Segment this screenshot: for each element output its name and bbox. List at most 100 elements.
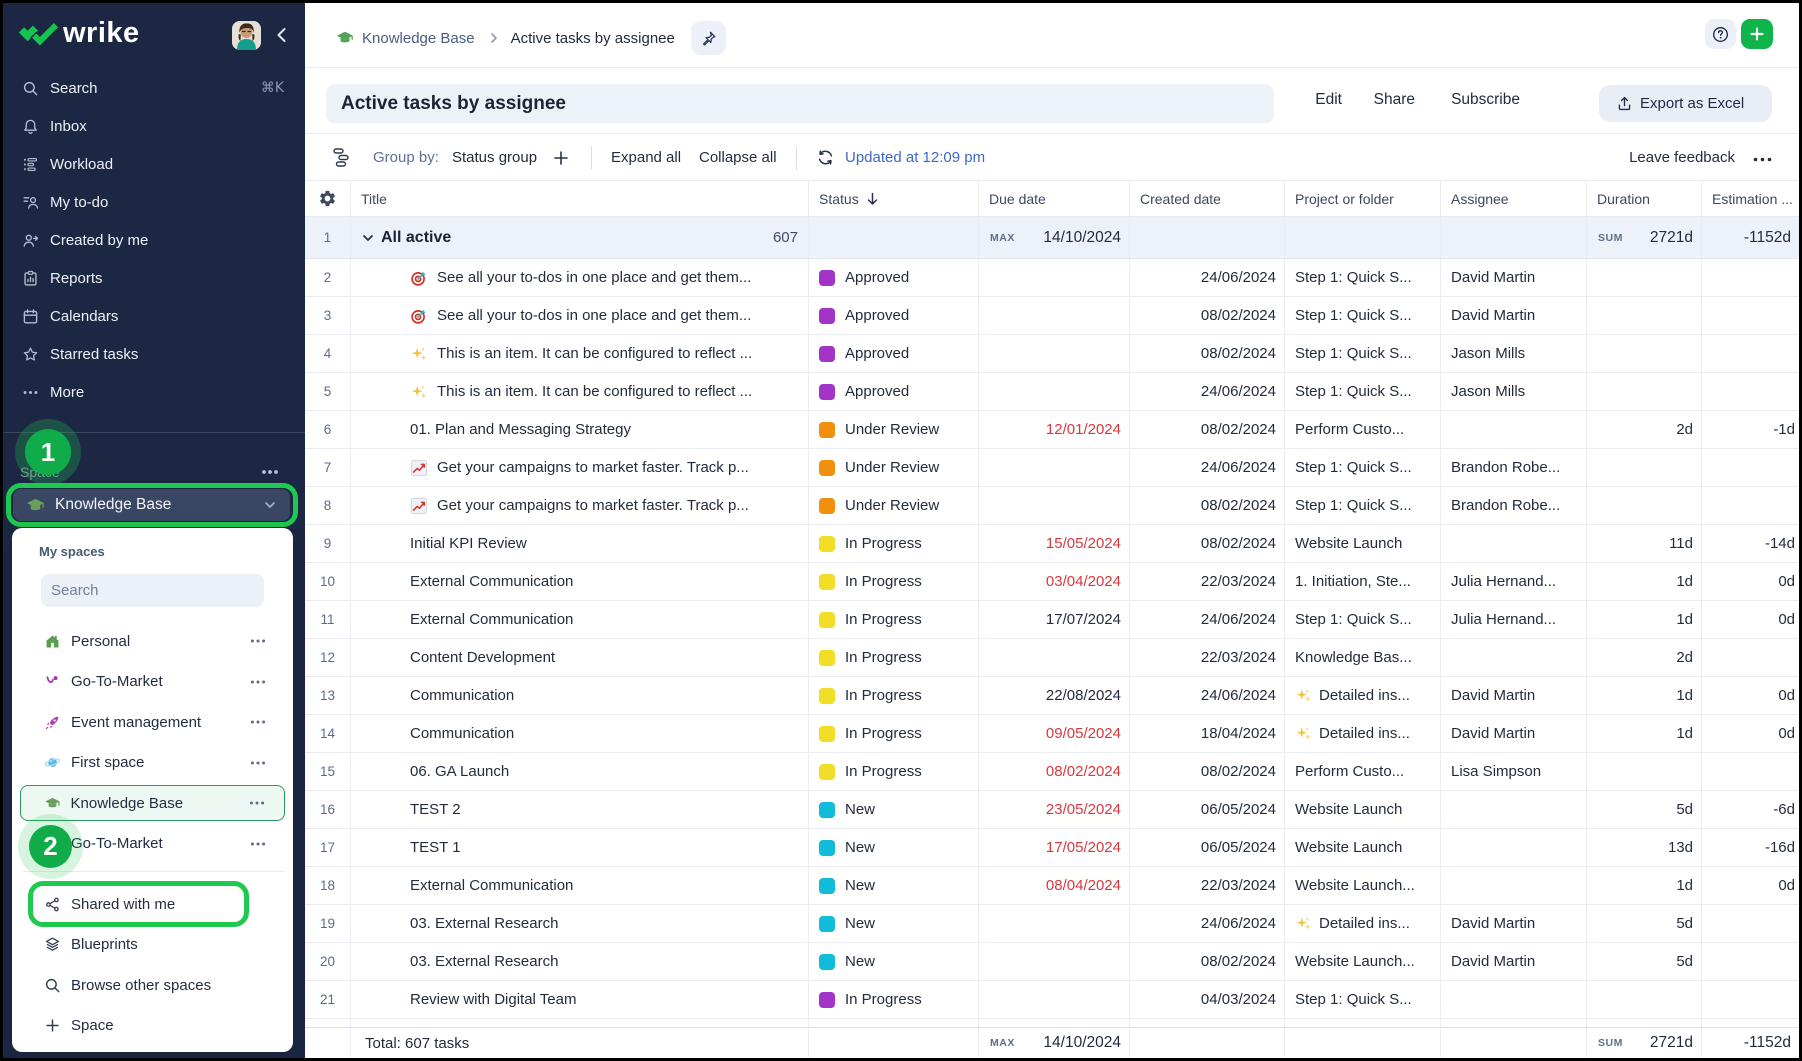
due-date-cell[interactable] — [979, 487, 1130, 524]
task-title[interactable]: TEST 1 — [410, 839, 461, 856]
duration-cell[interactable]: 1d — [1587, 601, 1702, 638]
task-title[interactable]: External Communication — [410, 611, 573, 628]
task-title[interactable]: 03. External Research — [410, 915, 558, 932]
due-date-cell[interactable]: 03/04/2024 — [979, 563, 1130, 600]
column-header-estimation[interactable]: Estimation ... — [1712, 191, 1793, 207]
task-row-19[interactable]: 1903. External ResearchNew24/06/2024Deta… — [305, 905, 1799, 943]
duration-cell[interactable]: 11d — [1587, 525, 1702, 562]
status-cell[interactable]: In Progress — [809, 715, 979, 752]
duration-cell[interactable] — [1587, 753, 1702, 790]
task-row-4[interactable]: 4This is an item. It can be configured t… — [305, 335, 1799, 373]
task-title[interactable]: 06. GA Launch — [410, 763, 509, 780]
task-row-13[interactable]: 13CommunicationIn Progress22/08/202424/0… — [305, 677, 1799, 715]
created-date-cell[interactable]: 22/03/2024 — [1130, 867, 1285, 904]
estimation-cell[interactable]: 0d — [1702, 601, 1799, 638]
space-item-first-space[interactable]: First space — [20, 745, 285, 781]
task-title[interactable]: External Communication — [410, 573, 573, 590]
due-date-cell[interactable]: 22/08/2024 — [979, 677, 1130, 714]
project-cell[interactable]: 1. Initiation, Ste... — [1285, 563, 1441, 600]
sidebar-item-starred-tasks[interactable]: Starred tasks — [3, 335, 305, 373]
sidebar-item-more[interactable]: More — [3, 373, 305, 411]
task-title[interactable]: Review with Digital Team — [410, 991, 576, 1008]
duration-cell[interactable] — [1587, 297, 1702, 334]
task-row-8[interactable]: 8Get your campaigns to market faster. Tr… — [305, 487, 1799, 525]
space-item-personal[interactable]: Personal — [20, 623, 285, 659]
created-date-cell[interactable]: 18/04/2024 — [1130, 715, 1285, 752]
task-row-14[interactable]: 14CommunicationIn Progress09/05/202418/0… — [305, 715, 1799, 753]
status-cell[interactable]: New — [809, 867, 979, 904]
assignee-cell[interactable] — [1441, 639, 1587, 676]
task-title[interactable]: Communication — [410, 725, 514, 742]
status-cell[interactable]: In Progress — [809, 563, 979, 600]
project-cell[interactable]: Website Launch — [1285, 525, 1441, 562]
toolbar-more-icon[interactable] — [1752, 152, 1773, 167]
project-cell[interactable]: Step 1: Quick S... — [1285, 487, 1441, 524]
project-cell[interactable]: Step 1: Quick S... — [1285, 981, 1441, 1018]
status-cell[interactable]: Under Review — [809, 449, 979, 486]
created-date-cell[interactable]: 24/06/2024 — [1130, 905, 1285, 942]
due-date-cell[interactable] — [979, 449, 1130, 486]
assignee-cell[interactable] — [1441, 411, 1587, 448]
sidebar-item-reports[interactable]: Reports — [3, 259, 305, 297]
estimation-cell[interactable] — [1702, 259, 1799, 296]
created-date-cell[interactable]: 04/03/2024 — [1130, 981, 1285, 1018]
estimation-cell[interactable]: 0d — [1702, 867, 1799, 904]
column-header-title[interactable]: Title — [361, 191, 387, 207]
created-date-cell[interactable]: 08/02/2024 — [1130, 335, 1285, 372]
assignee-cell[interactable] — [1441, 525, 1587, 562]
duration-cell[interactable]: 5d — [1587, 905, 1702, 942]
task-row-6[interactable]: 601. Plan and Messaging StrategyUnder Re… — [305, 411, 1799, 449]
project-cell[interactable]: Step 1: Quick S... — [1285, 335, 1441, 372]
project-cell[interactable]: Step 1: Quick S... — [1285, 373, 1441, 410]
column-header-due-date[interactable]: Due date — [989, 191, 1046, 207]
created-date-cell[interactable]: 08/02/2024 — [1130, 411, 1285, 448]
assignee-cell[interactable]: David Martin — [1441, 297, 1587, 334]
status-cell[interactable]: In Progress — [809, 525, 979, 562]
created-date-cell[interactable]: 24/06/2024 — [1130, 259, 1285, 296]
leave-feedback-button[interactable]: Leave feedback — [1629, 149, 1735, 166]
status-cell[interactable]: In Progress — [809, 753, 979, 790]
duration-cell[interactable]: 2d — [1587, 411, 1702, 448]
created-date-cell[interactable]: 22/03/2024 — [1130, 563, 1285, 600]
created-date-cell[interactable]: 08/02/2024 — [1130, 753, 1285, 790]
status-cell[interactable]: In Progress — [809, 981, 979, 1018]
subscribe-button[interactable]: Subscribe — [1451, 91, 1520, 109]
duration-cell[interactable] — [1587, 373, 1702, 410]
sidebar-item-my-to-do[interactable]: My to-do — [3, 183, 305, 221]
estimation-cell[interactable] — [1702, 373, 1799, 410]
due-date-cell[interactable] — [979, 943, 1130, 980]
status-cell[interactable]: In Progress — [809, 677, 979, 714]
duration-cell[interactable] — [1587, 981, 1702, 1018]
project-cell[interactable]: Perform Custo... — [1285, 411, 1441, 448]
duration-cell[interactable]: 13d — [1587, 829, 1702, 866]
estimation-cell[interactable]: 0d — [1702, 715, 1799, 752]
task-row-5[interactable]: 5This is an item. It can be configured t… — [305, 373, 1799, 411]
status-cell[interactable]: New — [809, 829, 979, 866]
collapse-group-icon[interactable] — [361, 231, 375, 245]
estimation-cell[interactable] — [1702, 335, 1799, 372]
space-item-menu-icon[interactable] — [249, 713, 267, 731]
user-avatar[interactable] — [232, 21, 261, 50]
column-header-project[interactable]: Project or folder — [1295, 191, 1394, 207]
column-header-created-date[interactable]: Created date — [1140, 191, 1221, 207]
created-date-cell[interactable]: 24/06/2024 — [1130, 449, 1285, 486]
duration-cell[interactable] — [1587, 335, 1702, 372]
project-cell[interactable]: Detailed ins... — [1285, 715, 1441, 752]
created-date-cell[interactable]: 24/06/2024 — [1130, 373, 1285, 410]
project-cell[interactable]: Step 1: Quick S... — [1285, 449, 1441, 486]
due-date-cell[interactable] — [979, 335, 1130, 372]
view-title-input[interactable]: Active tasks by assignee — [326, 84, 1274, 123]
sidebar-item-workload[interactable]: Workload — [3, 145, 305, 183]
status-cell[interactable]: New — [809, 905, 979, 942]
assignee-cell[interactable] — [1441, 791, 1587, 828]
assignee-cell[interactable]: David Martin — [1441, 715, 1587, 752]
duration-cell[interactable]: 2d — [1587, 639, 1702, 676]
due-date-cell[interactable] — [979, 297, 1130, 334]
task-title[interactable]: Communication — [410, 687, 514, 704]
add-group-icon[interactable] — [553, 150, 569, 166]
project-cell[interactable]: Step 1: Quick S... — [1285, 259, 1441, 296]
estimation-cell[interactable]: 0d — [1702, 677, 1799, 714]
assignee-cell[interactable] — [1441, 867, 1587, 904]
estimation-cell[interactable] — [1702, 943, 1799, 980]
task-row-2[interactable]: 2See all your to-dos in one place and ge… — [305, 259, 1799, 297]
